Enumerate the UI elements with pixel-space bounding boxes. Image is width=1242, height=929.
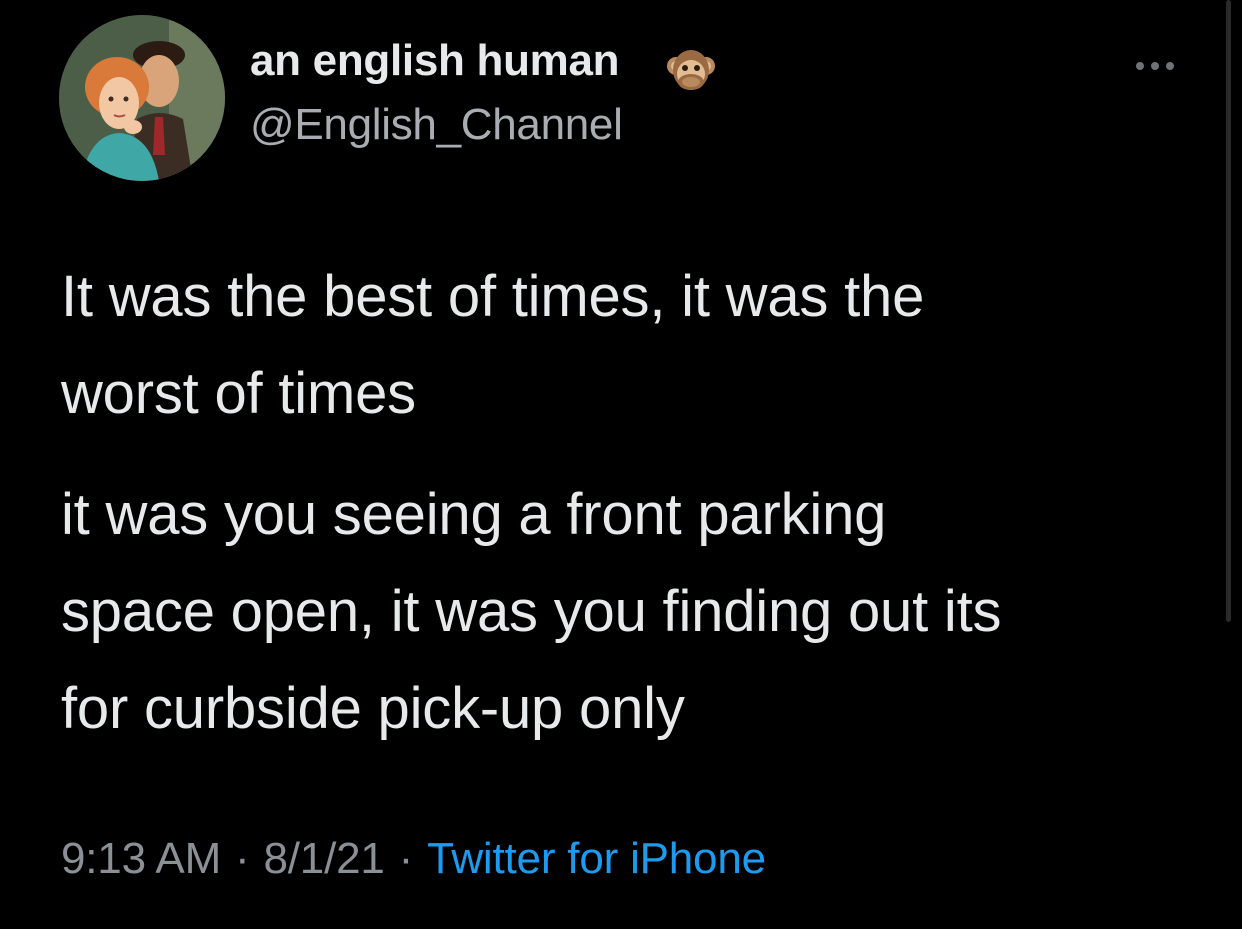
tweet-text-line: space open, it was you finding out its [61, 579, 1002, 644]
more-options-icon[interactable] [1130, 50, 1180, 82]
meta-separator: · [398, 834, 414, 883]
avatar-illustration [59, 15, 225, 181]
tweet-source-link[interactable]: Twitter for iPhone [427, 834, 766, 883]
tweet-metadata: 9:13 AM · 8/1/21 · Twitter for iPhone [61, 834, 766, 884]
see-no-evil-monkey-icon [662, 40, 720, 98]
scrollbar[interactable] [1226, 0, 1231, 622]
tweet-time[interactable]: 9:13 AM [61, 834, 221, 883]
tweet-text-line: it was you seeing a front parking [61, 482, 887, 547]
tweet-text-line: It was the best of times, it was the [61, 264, 925, 329]
tweet-paragraph-1: It was the best of times, it was the wor… [61, 248, 924, 442]
meta-separator: · [235, 834, 250, 883]
tweet-paragraph-2: it was you seeing a front parking space … [61, 466, 1002, 757]
author-handle[interactable]: @English_Channel [250, 100, 623, 150]
tweet: an english human @English_Channel It was… [0, 0, 1242, 929]
tweet-text-line: for curbside pick-up only [61, 676, 685, 741]
avatar[interactable] [59, 15, 225, 181]
tweet-date[interactable]: 8/1/21 [264, 834, 385, 883]
tweet-text-line: worst of times [61, 361, 416, 426]
author-display-name[interactable]: an english human [250, 36, 620, 86]
